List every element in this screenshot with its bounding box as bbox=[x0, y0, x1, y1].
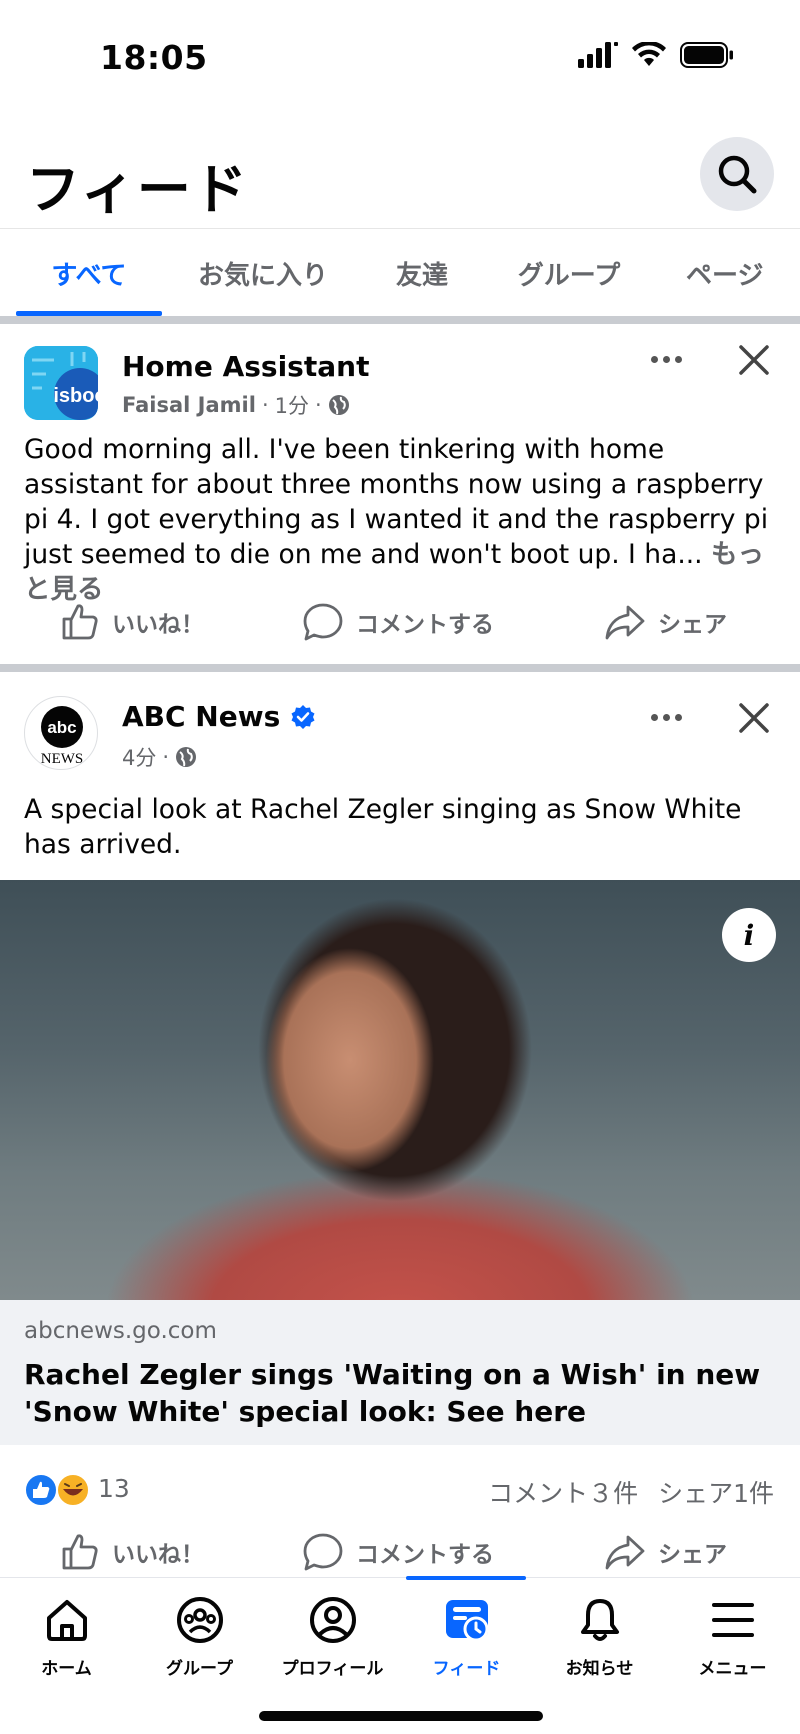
nav-feed[interactable]: フィード bbox=[400, 1596, 533, 1679]
post-author[interactable]: Faisal Jamil bbox=[122, 393, 256, 417]
groups-icon bbox=[176, 1597, 223, 1643]
tab-groups[interactable]: グループ bbox=[496, 229, 642, 317]
status-time: 18:05 bbox=[100, 38, 208, 77]
like-button[interactable]: いいね！ bbox=[60, 1512, 204, 1577]
post-video-thumbnail[interactable]: i bbox=[0, 880, 800, 1300]
battery-icon bbox=[680, 42, 733, 68]
close-icon[interactable] bbox=[734, 340, 774, 380]
comment-label: コメントする bbox=[356, 612, 494, 638]
group-avatar-image: isboo bbox=[24, 346, 98, 420]
like-label: いいね！ bbox=[112, 612, 204, 638]
comment-count[interactable]: コメント３件 bbox=[488, 1474, 638, 1510]
share-label: シェア bbox=[658, 1542, 727, 1568]
post-time[interactable]: 4分 bbox=[122, 742, 156, 772]
abc-news-logo: abc NEWS bbox=[41, 706, 84, 767]
engagement-stats: コメント３件 シェア1件 bbox=[488, 1474, 774, 1510]
verified-badge-icon bbox=[291, 704, 315, 729]
bell-icon bbox=[580, 1599, 619, 1641]
signal-icon bbox=[578, 42, 618, 68]
nav-notifications-label: お知らせ bbox=[565, 1659, 634, 1679]
meta-separator: · bbox=[315, 393, 322, 417]
abc-logo-text: abc bbox=[47, 718, 76, 737]
post-meta: 4分 · bbox=[122, 742, 197, 772]
comment-button[interactable]: コメントする bbox=[302, 582, 494, 662]
nav-profile-label: プロフィール bbox=[281, 1659, 384, 1679]
nav-groups[interactable]: グループ bbox=[133, 1596, 266, 1679]
post-actions: いいね！ コメントする シェア bbox=[0, 582, 800, 662]
profile-icon bbox=[309, 1597, 356, 1643]
reaction-icons bbox=[24, 1473, 90, 1507]
post-actions: いいね！ コメントする シェア bbox=[0, 1512, 800, 1577]
status-icons bbox=[578, 42, 734, 68]
post-abc-news: abc NEWS ABC News 4分 · A special look at… bbox=[0, 672, 800, 1577]
post-body: Good morning all. I've been tinkering wi… bbox=[24, 434, 769, 570]
post-group-name[interactable]: Home Assistant bbox=[122, 350, 369, 383]
globe-icon bbox=[328, 395, 349, 415]
post-page-name-row: ABC News bbox=[122, 700, 316, 733]
nav-home[interactable]: ホーム bbox=[0, 1596, 133, 1679]
comment-icon bbox=[303, 603, 343, 641]
comment-button[interactable]: コメントする bbox=[302, 1512, 494, 1577]
search-button[interactable] bbox=[700, 137, 774, 211]
link-domain: abcnews.go.com bbox=[24, 1318, 217, 1344]
feed-divider bbox=[0, 316, 800, 324]
meta-separator: · bbox=[162, 745, 170, 769]
active-nav-indicator bbox=[406, 1576, 526, 1580]
nav-profile[interactable]: プロフィール bbox=[266, 1596, 399, 1679]
nav-feed-label: フィード bbox=[432, 1659, 501, 1679]
reaction-count: 13 bbox=[98, 1474, 130, 1503]
abc-logo-subtext: NEWS bbox=[41, 751, 84, 767]
nav-menu-label: メニュー bbox=[698, 1659, 767, 1679]
search-icon bbox=[718, 155, 757, 194]
info-icon[interactable]: i bbox=[722, 908, 776, 962]
post-time[interactable]: 1分 bbox=[275, 390, 309, 420]
comment-icon bbox=[303, 1533, 343, 1571]
feed-icon bbox=[445, 1600, 488, 1642]
thumbs-up-icon bbox=[62, 1534, 98, 1570]
home-icon bbox=[46, 1600, 87, 1641]
group-avatar[interactable]: isboo bbox=[24, 346, 98, 420]
post-more-button[interactable] bbox=[644, 344, 688, 374]
post-text: Good morning all. I've been tinkering wi… bbox=[24, 432, 784, 607]
nav-menu[interactable]: メニュー bbox=[666, 1596, 799, 1679]
post-divider bbox=[0, 664, 800, 672]
post-meta: Faisal Jamil · 1分 · bbox=[122, 390, 350, 420]
globe-icon bbox=[176, 747, 197, 767]
tab-pages[interactable]: ページ bbox=[664, 229, 800, 317]
share-icon bbox=[605, 1535, 645, 1570]
post-page-name[interactable]: ABC News bbox=[122, 700, 280, 733]
tab-all[interactable]: すべて bbox=[16, 229, 162, 317]
share-label: シェア bbox=[658, 612, 727, 638]
nav-groups-label: グループ bbox=[166, 1659, 233, 1679]
share-count[interactable]: シェア1件 bbox=[658, 1474, 774, 1510]
meta-separator: · bbox=[261, 393, 269, 417]
feed-filter-tabs: すべて お気に入り 友達 グループ ページ bbox=[0, 228, 800, 316]
close-icon[interactable] bbox=[734, 698, 774, 738]
group-avatar-text: isboo bbox=[53, 385, 98, 407]
page-avatar[interactable]: abc NEWS bbox=[24, 696, 98, 770]
link-title: Rachel Zegler sings 'Waiting on a Wish' … bbox=[24, 1358, 761, 1428]
post-body: A special look at Rachel Zegler singing … bbox=[24, 794, 742, 860]
link-preview-card[interactable]: abcnews.go.com Rachel Zegler sings 'Wait… bbox=[0, 1300, 800, 1445]
nav-notifications[interactable]: お知らせ bbox=[533, 1596, 666, 1679]
page-title: フィード bbox=[26, 158, 249, 221]
like-button[interactable]: いいね！ bbox=[60, 582, 204, 662]
tab-friends[interactable]: 友達 bbox=[370, 229, 474, 317]
like-label: いいね！ bbox=[112, 1542, 204, 1568]
thumbs-up-icon bbox=[62, 604, 98, 640]
share-button[interactable]: シェア bbox=[604, 582, 727, 662]
post-more-button[interactable] bbox=[644, 702, 688, 732]
tab-favorites[interactable]: お気に入り bbox=[178, 229, 348, 317]
post-home-assistant: isboo Home Assistant Faisal Jamil · 1分 ·… bbox=[0, 324, 800, 664]
wifi-icon bbox=[632, 42, 666, 66]
status-bar: 18:05 bbox=[0, 0, 800, 120]
share-icon bbox=[605, 605, 645, 640]
home-indicator[interactable] bbox=[259, 1711, 543, 1721]
comment-label: コメントする bbox=[356, 1542, 494, 1568]
nav-home-label: ホーム bbox=[41, 1659, 92, 1679]
share-button[interactable]: シェア bbox=[604, 1512, 727, 1577]
page-header: フィード bbox=[0, 125, 800, 225]
menu-icon bbox=[711, 1603, 754, 1637]
